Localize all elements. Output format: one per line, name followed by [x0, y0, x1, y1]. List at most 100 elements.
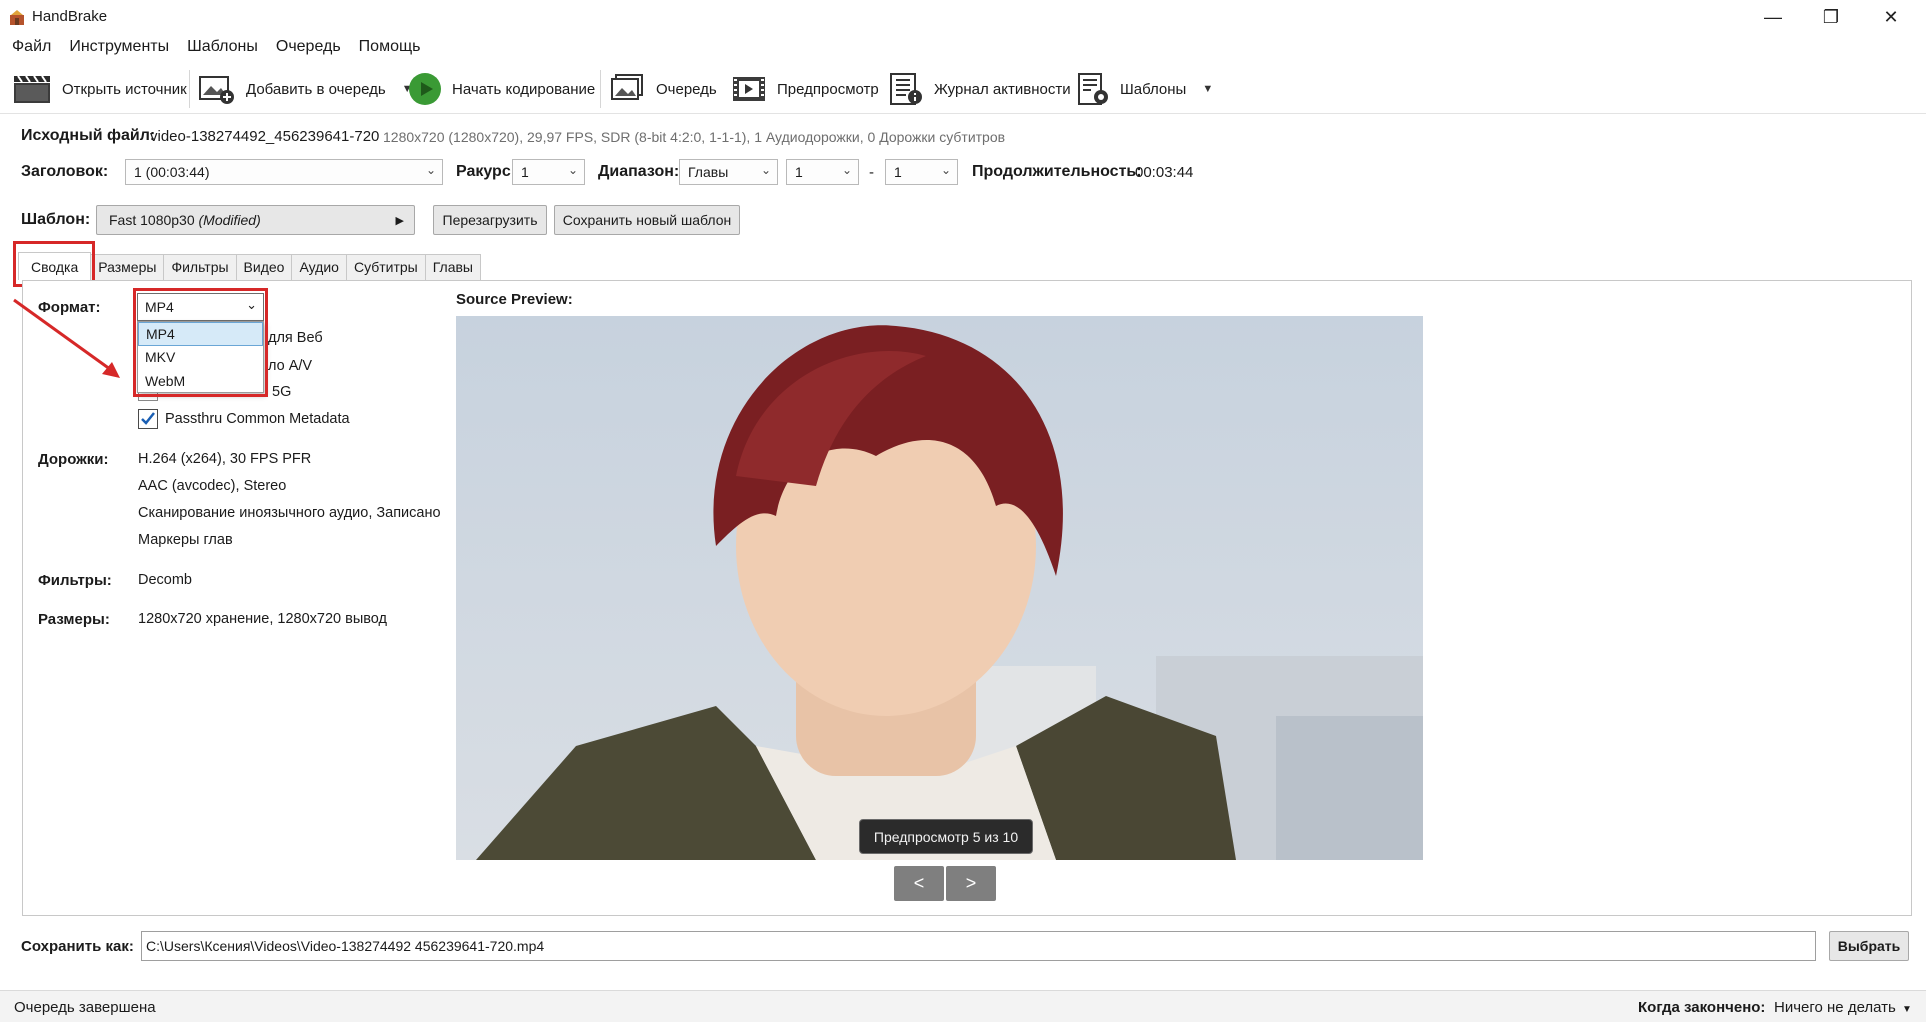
menu-queue[interactable]: Очередь — [268, 34, 351, 62]
duration-value: 00:03:44 — [1135, 164, 1194, 181]
save-path-input[interactable]: C:\Users\Ксения\Videos\Video-138274492 4… — [141, 931, 1816, 961]
presets-button[interactable]: Шаблоны ▼ — [1076, 64, 1213, 114]
title-bar: HandBrake — ❐ ✕ — [0, 0, 1926, 34]
dimensions-label: Размеры: — [38, 611, 110, 628]
preview-button[interactable]: Предпросмотр — [731, 64, 879, 114]
preset-selector[interactable]: Fast 1080p30 (Modified) ▶ — [96, 205, 415, 235]
chevron-down-icon: ⌄ — [940, 163, 951, 177]
tab-filters[interactable]: Фильтры — [163, 254, 237, 280]
activity-log-button[interactable]: Журнал активности — [888, 64, 1071, 114]
annotation-highlight-format — [133, 288, 268, 397]
when-done-value: Ничего не делать — [1774, 999, 1896, 1016]
source-details: 1280x720 (1280x720), 29,97 FPS, SDR (8-b… — [383, 129, 1006, 145]
when-done-select[interactable]: Ничего не делать ▼ — [1774, 999, 1912, 1016]
align-av-label: ло A/V — [268, 358, 313, 374]
passthru-metadata-checkbox[interactable] — [138, 409, 158, 429]
range-dash: - — [869, 164, 874, 181]
angle-label: Ракурс: — [456, 163, 517, 180]
toolbar-divider — [600, 70, 601, 108]
queue-button[interactable]: Очередь — [608, 64, 717, 114]
chevron-down-icon: ⌄ — [760, 163, 771, 177]
tab-subtitles[interactable]: Субтитры — [345, 254, 426, 280]
presets-label: Шаблоны — [1120, 80, 1187, 98]
menu-file[interactable]: Файл — [4, 34, 61, 62]
minimize-button[interactable]: — — [1744, 0, 1802, 34]
source-label: Исходный файл: — [21, 127, 156, 144]
angle-select-value: 1 — [521, 164, 529, 180]
toolbar: Открыть источник Добавить в очередь ▼ На… — [0, 64, 1926, 114]
clapperboard-icon — [14, 75, 50, 103]
chevron-down-icon: ⌄ — [567, 163, 578, 177]
add-image-icon — [199, 76, 234, 104]
chevron-down-icon: ⌄ — [841, 163, 852, 177]
title-select[interactable]: 1 (00:03:44) ⌄ — [125, 159, 443, 185]
filters-value: Decomb — [138, 572, 192, 588]
menu-bar: Файл Инструменты Шаблоны Очередь Помощь — [0, 34, 1926, 62]
source-preview-image — [456, 316, 1423, 860]
close-button[interactable]: ✕ — [1862, 0, 1920, 34]
preset-value: Fast 1080p30 — [109, 212, 195, 228]
chevron-right-icon: ▶ — [395, 214, 404, 227]
menu-tools[interactable]: Инструменты — [61, 34, 179, 62]
start-encode-button[interactable]: Начать кодирование — [408, 64, 595, 114]
when-done-label: Когда закончено: — [1638, 999, 1766, 1016]
dimensions-value: 1280x720 хранение, 1280x720 вывод — [138, 611, 388, 627]
browse-button[interactable]: Выбрать — [1829, 931, 1909, 961]
restore-button[interactable]: ❐ — [1802, 0, 1860, 34]
menu-help[interactable]: Помощь — [351, 34, 431, 62]
filters-label: Фильтры: — [38, 572, 112, 589]
preview-prev-button[interactable]: < — [894, 866, 944, 901]
save-as-label: Сохранить как: — [21, 938, 134, 955]
range-end-select[interactable]: 1 ⌄ — [885, 159, 958, 185]
duration-label: Продолжительность: — [972, 163, 1142, 180]
preview-label: Предпросмотр — [777, 80, 879, 98]
activity-log-label: Журнал активности — [934, 80, 1071, 98]
track-audio: AAC (avcodec), Stereo — [138, 478, 287, 494]
tab-audio[interactable]: Аудио — [291, 254, 347, 280]
menu-presets[interactable]: Шаблоны — [179, 34, 268, 62]
reload-button[interactable]: Перезагрузить — [433, 205, 547, 235]
range-start-select[interactable]: 1 ⌄ — [786, 159, 859, 185]
status-bar: Очередь завершена Когда закончено: Ничег… — [0, 990, 1926, 1022]
save-new-preset-button[interactable]: Сохранить новый шаблон — [554, 205, 740, 235]
preview-next-button[interactable]: > — [946, 866, 996, 901]
preset-label: Шаблон: — [21, 211, 91, 228]
presets-icon — [1078, 73, 1108, 105]
track-foreign-audio: Сканирование иноязычного аудио, Записано — [138, 505, 441, 521]
passthru-metadata-label: Passthru Common Metadata — [165, 411, 350, 427]
angle-select[interactable]: 1 ⌄ — [512, 159, 585, 185]
title-label: Заголовок: — [21, 163, 109, 180]
ipod-5g-label: 5G — [272, 384, 292, 400]
range-label: Диапазон: — [598, 163, 680, 180]
tracks-label: Дорожки: — [38, 451, 109, 468]
tab-video[interactable]: Видео — [235, 254, 293, 280]
add-to-queue-button[interactable]: Добавить в очередь ▼ — [198, 64, 413, 114]
checkmark-icon — [141, 412, 155, 425]
window-title: HandBrake — [32, 8, 108, 25]
queue-icon — [611, 74, 643, 100]
web-optimized-label: для Веб — [268, 330, 323, 346]
range-type-select[interactable]: Главы ⌄ — [679, 159, 778, 185]
activity-log-icon — [890, 73, 922, 105]
title-select-value: 1 (00:03:44) — [134, 164, 210, 180]
tab-chapters[interactable]: Главы — [424, 254, 481, 280]
open-source-button[interactable]: Открыть источник — [12, 64, 187, 114]
preset-modified: (Modified) — [198, 212, 261, 228]
annotation-arrow-icon — [13, 298, 120, 378]
preview-label: Source Preview: — [456, 291, 573, 308]
toolbar-divider — [189, 70, 190, 108]
track-video: H.264 (x264), 30 FPS PFR — [138, 451, 312, 467]
play-icon — [409, 73, 441, 105]
chevron-down-icon: ⌄ — [425, 163, 436, 177]
film-icon — [733, 77, 765, 101]
presets-dropdown-icon[interactable]: ▼ — [1202, 83, 1213, 95]
tab-dimensions[interactable]: Размеры — [90, 254, 165, 280]
status-text: Очередь завершена — [14, 999, 156, 1016]
source-filename: video-138274492_456239641-720 — [150, 128, 380, 145]
start-encode-label: Начать кодирование — [452, 80, 596, 98]
range-end-value: 1 — [894, 164, 902, 180]
preview-counter-badge: Предпросмотр 5 из 10 — [859, 819, 1033, 854]
queue-label: Очередь — [656, 80, 717, 98]
preview-frame — [456, 316, 1423, 860]
range-type-value: Главы — [688, 164, 729, 180]
